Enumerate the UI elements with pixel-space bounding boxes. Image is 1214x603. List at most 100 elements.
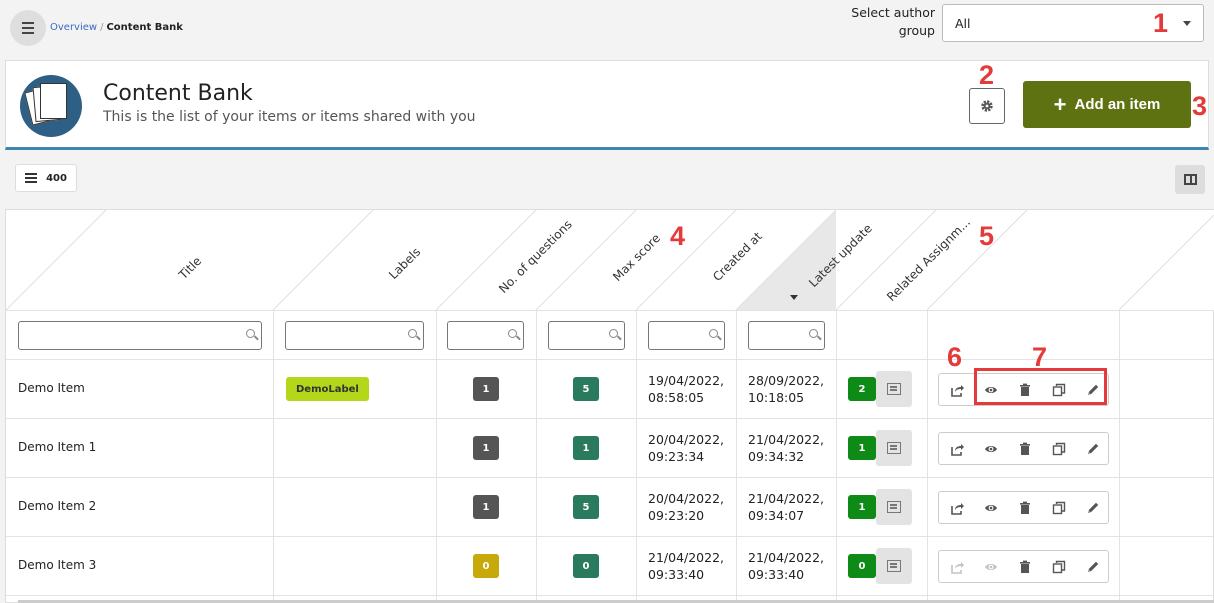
trash-icon: [1020, 442, 1030, 455]
questions-badge: 0: [473, 554, 499, 578]
menu-button[interactable]: [10, 10, 46, 46]
settings-button[interactable]: [969, 88, 1005, 124]
duplicate-icon: [1052, 560, 1066, 573]
share-icon: [951, 443, 964, 456]
breadcrumb: Overview / Content Bank: [50, 22, 183, 33]
label-badge: DemoLabel: [286, 377, 369, 401]
row-actions: [938, 491, 1109, 524]
related-count-badge: 2: [848, 377, 876, 401]
updated-date: 21/04/2022, 09:33:40: [748, 550, 825, 582]
related-assignments-button[interactable]: [876, 489, 912, 525]
related-assignments-button[interactable]: [876, 371, 912, 407]
duplicate-button[interactable]: [1043, 492, 1075, 523]
plus-icon: +: [1053, 91, 1067, 117]
eye-button[interactable]: [975, 433, 1007, 464]
item-title[interactable]: Demo Item: [18, 381, 85, 395]
item-title[interactable]: Demo Item 2: [18, 499, 96, 513]
score-badge: 0: [573, 554, 599, 578]
add-item-button[interactable]: + Add an item: [1023, 81, 1191, 128]
page-title: Content Bank: [103, 81, 253, 106]
updated-date: 21/04/2022, 09:34:07: [748, 491, 825, 523]
share-icon: [951, 502, 964, 515]
related-count-badge: 1: [848, 495, 876, 519]
pencil-button[interactable]: [1077, 551, 1109, 582]
annotation-3: 3: [1192, 91, 1208, 121]
gear-icon: [981, 100, 993, 112]
updated-date: 21/04/2022, 09:34:32: [748, 432, 825, 464]
item-title[interactable]: Demo Item 3: [18, 558, 96, 572]
annotation-6: 6: [947, 342, 963, 372]
annotation-7: 7: [1032, 342, 1048, 372]
columns-icon: [1183, 174, 1197, 185]
related-assignments-button[interactable]: [876, 430, 912, 466]
author-group-label: Select author group: [851, 5, 935, 38]
row-actions: [938, 432, 1109, 465]
created-date: 20/04/2022, 09:23:20: [648, 491, 725, 523]
duplicate-icon: [1052, 501, 1066, 514]
share-button[interactable]: [941, 492, 973, 523]
trash-icon: [1020, 560, 1030, 573]
duplicate-button[interactable]: [1043, 551, 1075, 582]
eye-icon: [985, 445, 997, 452]
share-icon: [951, 561, 964, 574]
filter-score-input[interactable]: [548, 321, 625, 350]
share-button[interactable]: [941, 551, 973, 582]
annotation-2: 2: [979, 60, 995, 90]
filter-title-input[interactable]: [18, 321, 262, 350]
search-icon: [709, 329, 718, 338]
search-icon: [609, 329, 618, 338]
eye-button[interactable]: [975, 492, 1007, 523]
sort-desc-icon[interactable]: [790, 295, 798, 300]
created-date: 21/04/2022, 09:33:40: [648, 550, 725, 582]
page-header: Content Bank This is the list of your it…: [5, 60, 1209, 150]
filter-created-input[interactable]: [648, 321, 725, 350]
search-icon: [408, 329, 417, 338]
list-icon: [887, 442, 901, 454]
eye-button[interactable]: [975, 551, 1007, 582]
highlight-box: [974, 368, 1107, 405]
content-table: Title Labels No. of questions Max score …: [5, 209, 1214, 603]
list-icon: [887, 501, 901, 513]
score-badge: 5: [573, 495, 599, 519]
top-bar: Overview / Content Bank Select author grou…: [0, 0, 1214, 58]
pencil-icon: [1088, 561, 1099, 572]
eye-icon: [985, 504, 997, 511]
questions-badge: 1: [473, 495, 499, 519]
questions-badge: 1: [473, 436, 499, 460]
list-icon: [887, 383, 901, 395]
pencil-button[interactable]: [1077, 492, 1109, 523]
score-badge: 1: [573, 436, 599, 460]
score-badge: 5: [573, 377, 599, 401]
table-row[interactable]: Demo Item 2 1 5 20/04/2022, 09:23:20 21/0…: [6, 478, 1214, 537]
table-row[interactable]: Demo Item 1 1 1 20/04/2022, 09:23:34 21/0…: [6, 419, 1214, 478]
related-assignments-button[interactable]: [876, 548, 912, 584]
column-layout-button[interactable]: [1175, 165, 1205, 194]
pencil-button[interactable]: [1077, 433, 1109, 464]
list-icon: [887, 560, 901, 572]
related-count-badge: 1: [848, 436, 876, 460]
trash-button[interactable]: [1009, 433, 1041, 464]
share-button[interactable]: [941, 374, 973, 405]
author-group-value: All: [955, 15, 971, 31]
annotation-5: 5: [979, 221, 995, 251]
table-row[interactable]: Demo Item 3 0 0 21/04/2022, 09:33:40 21/0…: [6, 537, 1214, 596]
trash-button[interactable]: [1009, 551, 1041, 582]
breadcrumb-overview[interactable]: Overview: [50, 22, 97, 33]
search-icon: [809, 329, 818, 338]
filter-labels-input[interactable]: [285, 321, 424, 350]
questions-badge: 1: [473, 377, 499, 401]
updated-date: 28/09/2022, 10:18:05: [748, 373, 825, 405]
page-subtitle: This is the list of your items or items …: [103, 109, 476, 125]
trash-button[interactable]: [1009, 492, 1041, 523]
share-button[interactable]: [941, 433, 973, 464]
row-actions: [938, 550, 1109, 583]
created-date: 20/04/2022, 09:23:34: [648, 432, 725, 464]
item-count-button[interactable]: 400: [15, 164, 77, 192]
item-title[interactable]: Demo Item 1: [18, 440, 96, 454]
duplicate-button[interactable]: [1043, 433, 1075, 464]
filter-questions-input[interactable]: [447, 321, 524, 350]
pencil-icon: [1088, 443, 1099, 454]
hamburger-icon: [22, 21, 34, 36]
search-icon: [246, 329, 255, 338]
filter-updated-input[interactable]: [748, 321, 825, 350]
